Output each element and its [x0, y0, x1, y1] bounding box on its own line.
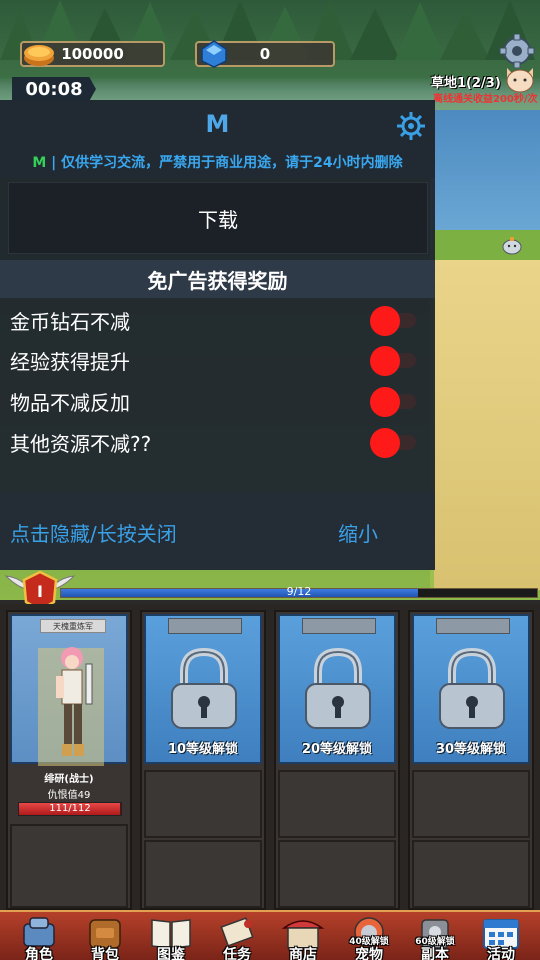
- gem-amount: 0: [259, 45, 271, 63]
- empty-slot[interactable]: [412, 840, 530, 908]
- hero-title-plate: 天槐重炼军: [40, 619, 106, 633]
- ad-free-rewards-header: 免广告获得奖励: [0, 260, 435, 298]
- currency-bar: 100000 0: [0, 38, 540, 68]
- hero-slot-3[interactable]: 20等级解锁: [274, 610, 400, 910]
- nav-label: 背包: [91, 947, 119, 960]
- locked-card[interactable]: 30等级解锁: [412, 614, 530, 764]
- hero-slot-2[interactable]: 10等级解锁: [140, 610, 266, 910]
- nav-dungeon[interactable]: 60级解锁 副本: [402, 914, 468, 960]
- diamond-icon: [201, 40, 227, 68]
- locked-card[interactable]: 10等级解锁: [144, 614, 262, 764]
- mod-menu-notice: M | 仅供学习交流，严禁用于商业用途，请于24小时内删除: [0, 152, 435, 172]
- notice-prefix: M: [32, 155, 47, 171]
- empty-slot[interactable]: [144, 770, 262, 838]
- option-exp-boost[interactable]: 经验获得提升: [0, 340, 435, 380]
- unlock-requirement: 20等级解锁: [301, 742, 373, 757]
- download-button[interactable]: 下载: [8, 182, 428, 254]
- empty-slot[interactable]: [412, 770, 530, 838]
- hero-hate: 仇恨值49: [47, 790, 91, 801]
- hero-hp-bar: 111/112: [18, 802, 122, 816]
- nav-events[interactable]: 活动: [468, 914, 534, 960]
- nav-quests[interactable]: 任务: [204, 914, 270, 960]
- padlock-icon: [305, 647, 371, 729]
- padlock-icon: [171, 647, 237, 729]
- card-name-plate: [168, 618, 242, 634]
- empty-slot[interactable]: [278, 840, 396, 908]
- hero-hp-text: 111/112: [49, 803, 91, 814]
- nav-codex[interactable]: 图鉴: [138, 914, 204, 960]
- stage-name: 草地1(2/3): [431, 76, 501, 91]
- gold-amount: 100000: [61, 45, 124, 63]
- empty-slot[interactable]: [278, 770, 396, 838]
- nav-shop[interactable]: 商店: [270, 914, 336, 960]
- option-label: 其他资源不减??: [10, 432, 152, 456]
- fox-pet-icon[interactable]: [503, 64, 537, 94]
- notice-text: | 仅供学习交流，严禁用于商业用途，请于24小时内删除: [51, 155, 403, 171]
- card-name-plate: [436, 618, 510, 634]
- nav-pets[interactable]: 40级解锁 宠物: [336, 914, 402, 960]
- level-progress: 9/12: [0, 584, 540, 602]
- battle-timer: 00:08: [12, 77, 96, 101]
- option-toggle[interactable]: [370, 428, 418, 458]
- bottom-navigation: 角色 背包 图鉴 任务 商店 40级解锁 宠物 60级解锁 副本 活动: [0, 910, 540, 960]
- option-toggle[interactable]: [370, 306, 418, 336]
- empty-slot[interactable]: [144, 840, 262, 908]
- hero-equipment-slot[interactable]: [10, 824, 128, 908]
- unlock-requirement: 30等级解锁: [435, 742, 507, 757]
- hero-name: 绯研(战士): [44, 774, 94, 785]
- nav-backpack[interactable]: 背包: [72, 914, 138, 960]
- nav-label: 商店: [289, 947, 317, 960]
- settings-gear-icon[interactable]: [497, 34, 537, 68]
- mod-menu-footer: 点击隐藏/长按关闭 缩小: [0, 492, 435, 570]
- option-label: 经验获得提升: [10, 350, 130, 374]
- card-name-plate: [302, 618, 376, 634]
- option-toggle[interactable]: [370, 387, 418, 417]
- mod-menu-header: M M | 仅供学习交流，严禁用于商业用途，请于24小时内删除: [0, 100, 435, 178]
- hero-slot-4[interactable]: 30等级解锁: [408, 610, 534, 910]
- nav-label: 活动: [487, 947, 515, 960]
- minimize-button[interactable]: 缩小: [338, 518, 378, 547]
- option-label: 物品不减反加: [10, 391, 130, 415]
- option-toggle[interactable]: [370, 346, 418, 376]
- hero-warrior-portrait: [38, 647, 104, 766]
- hide-close-button[interactable]: 点击隐藏/长按关闭: [10, 518, 177, 547]
- padlock-icon: [439, 647, 505, 729]
- nav-character[interactable]: 角色: [6, 914, 72, 960]
- locked-card[interactable]: 20等级解锁: [278, 614, 396, 764]
- hero-slots-grid: 天槐重炼军 绯研(战士) 仇恨值49 111/112 10等级解锁 20等级解锁…: [0, 604, 540, 912]
- nav-label: 任务: [223, 947, 251, 960]
- nav-label: 图鉴: [157, 947, 185, 960]
- dirt-path: [430, 260, 540, 590]
- option-items-increase[interactable]: 物品不减反加: [0, 381, 435, 421]
- hero-slot-1[interactable]: 天槐重炼军 绯研(战士) 仇恨值49 111/112: [6, 610, 132, 910]
- mod-menu-title: M: [205, 110, 230, 138]
- option-gold-diamond[interactable]: 金币钻石不减: [0, 300, 435, 340]
- gold-coin-icon: [24, 45, 54, 66]
- unlock-requirement: 10等级解锁: [167, 742, 239, 757]
- mod-menu-panel: M M | 仅供学习交流，严禁用于商业用途，请于24小时内删除 下载 免广告获得…: [0, 100, 435, 570]
- nav-label: 宠物: [355, 947, 383, 960]
- hero-card[interactable]: 天槐重炼军: [10, 614, 128, 766]
- level-progress-track: 9/12: [60, 585, 538, 598]
- option-label: 金币钻石不减: [10, 310, 130, 334]
- field-monster-icon: [502, 237, 522, 255]
- level-progress-text: 9/12: [286, 585, 312, 598]
- nav-label: 副本: [421, 947, 449, 960]
- river: [430, 110, 540, 230]
- menu-settings-gear-icon[interactable]: [396, 111, 426, 141]
- option-other-resources[interactable]: 其他资源不减??: [0, 422, 435, 462]
- nav-label: 角色: [25, 947, 53, 960]
- level-badge-text: I: [37, 582, 43, 601]
